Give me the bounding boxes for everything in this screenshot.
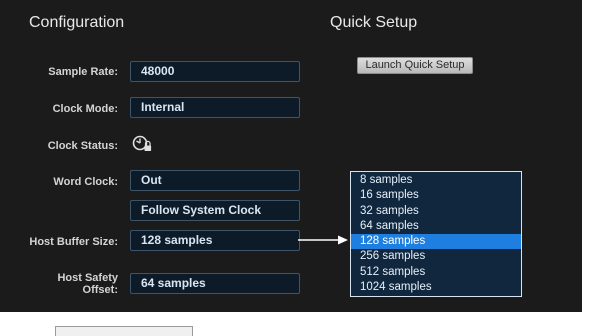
host-safety-offset-label-line1: Host Safety (57, 272, 118, 284)
audio-configuration-panel: Configuration Quick Setup Sample Rate: 4… (0, 0, 582, 312)
host-safety-offset-field[interactable]: 64 samples (130, 273, 300, 294)
word-clock-field[interactable]: Out (130, 170, 300, 191)
host-buffer-size-label: Host Buffer Size: (29, 236, 118, 248)
buffer-size-dropdown-list[interactable]: 8 samples 16 samples 32 samples 64 sampl… (350, 171, 522, 297)
callout-arrow-icon (298, 233, 348, 251)
bottom-partial-control (55, 326, 193, 336)
host-safety-offset-label-line2: Offset: (82, 284, 118, 296)
launch-quick-setup-button[interactable]: Launch Quick Setup (357, 57, 473, 74)
dropdown-option-512[interactable]: 512 samples (351, 265, 521, 280)
clock-mode-field[interactable]: Internal (130, 97, 300, 118)
word-clock-label: Word Clock: (53, 176, 118, 188)
dropdown-option-1024[interactable]: 1024 samples (351, 280, 521, 295)
dropdown-option-256[interactable]: 256 samples (351, 249, 521, 264)
quick-setup-header: Quick Setup (330, 14, 418, 31)
configuration-header: Configuration (29, 14, 125, 31)
clock-mode-label: Clock Mode: (52, 103, 118, 115)
dropdown-option-32[interactable]: 32 samples (351, 204, 521, 219)
dropdown-option-16[interactable]: 16 samples (351, 188, 521, 203)
follow-system-clock-field[interactable]: Follow System Clock (130, 200, 300, 221)
host-buffer-size-field[interactable]: 128 samples (130, 230, 300, 251)
dropdown-option-128-selected[interactable]: 128 samples (351, 234, 521, 250)
sample-rate-label: Sample Rate: (48, 66, 118, 78)
dropdown-option-64[interactable]: 64 samples (351, 219, 521, 234)
sample-rate-field[interactable]: 48000 (130, 61, 300, 82)
clock-status-label: Clock Status: (47, 140, 118, 152)
dropdown-option-8[interactable]: 8 samples (351, 173, 521, 188)
clock-lock-icon (132, 135, 154, 158)
host-safety-offset-label: Host Safety Offset: (0, 272, 118, 296)
